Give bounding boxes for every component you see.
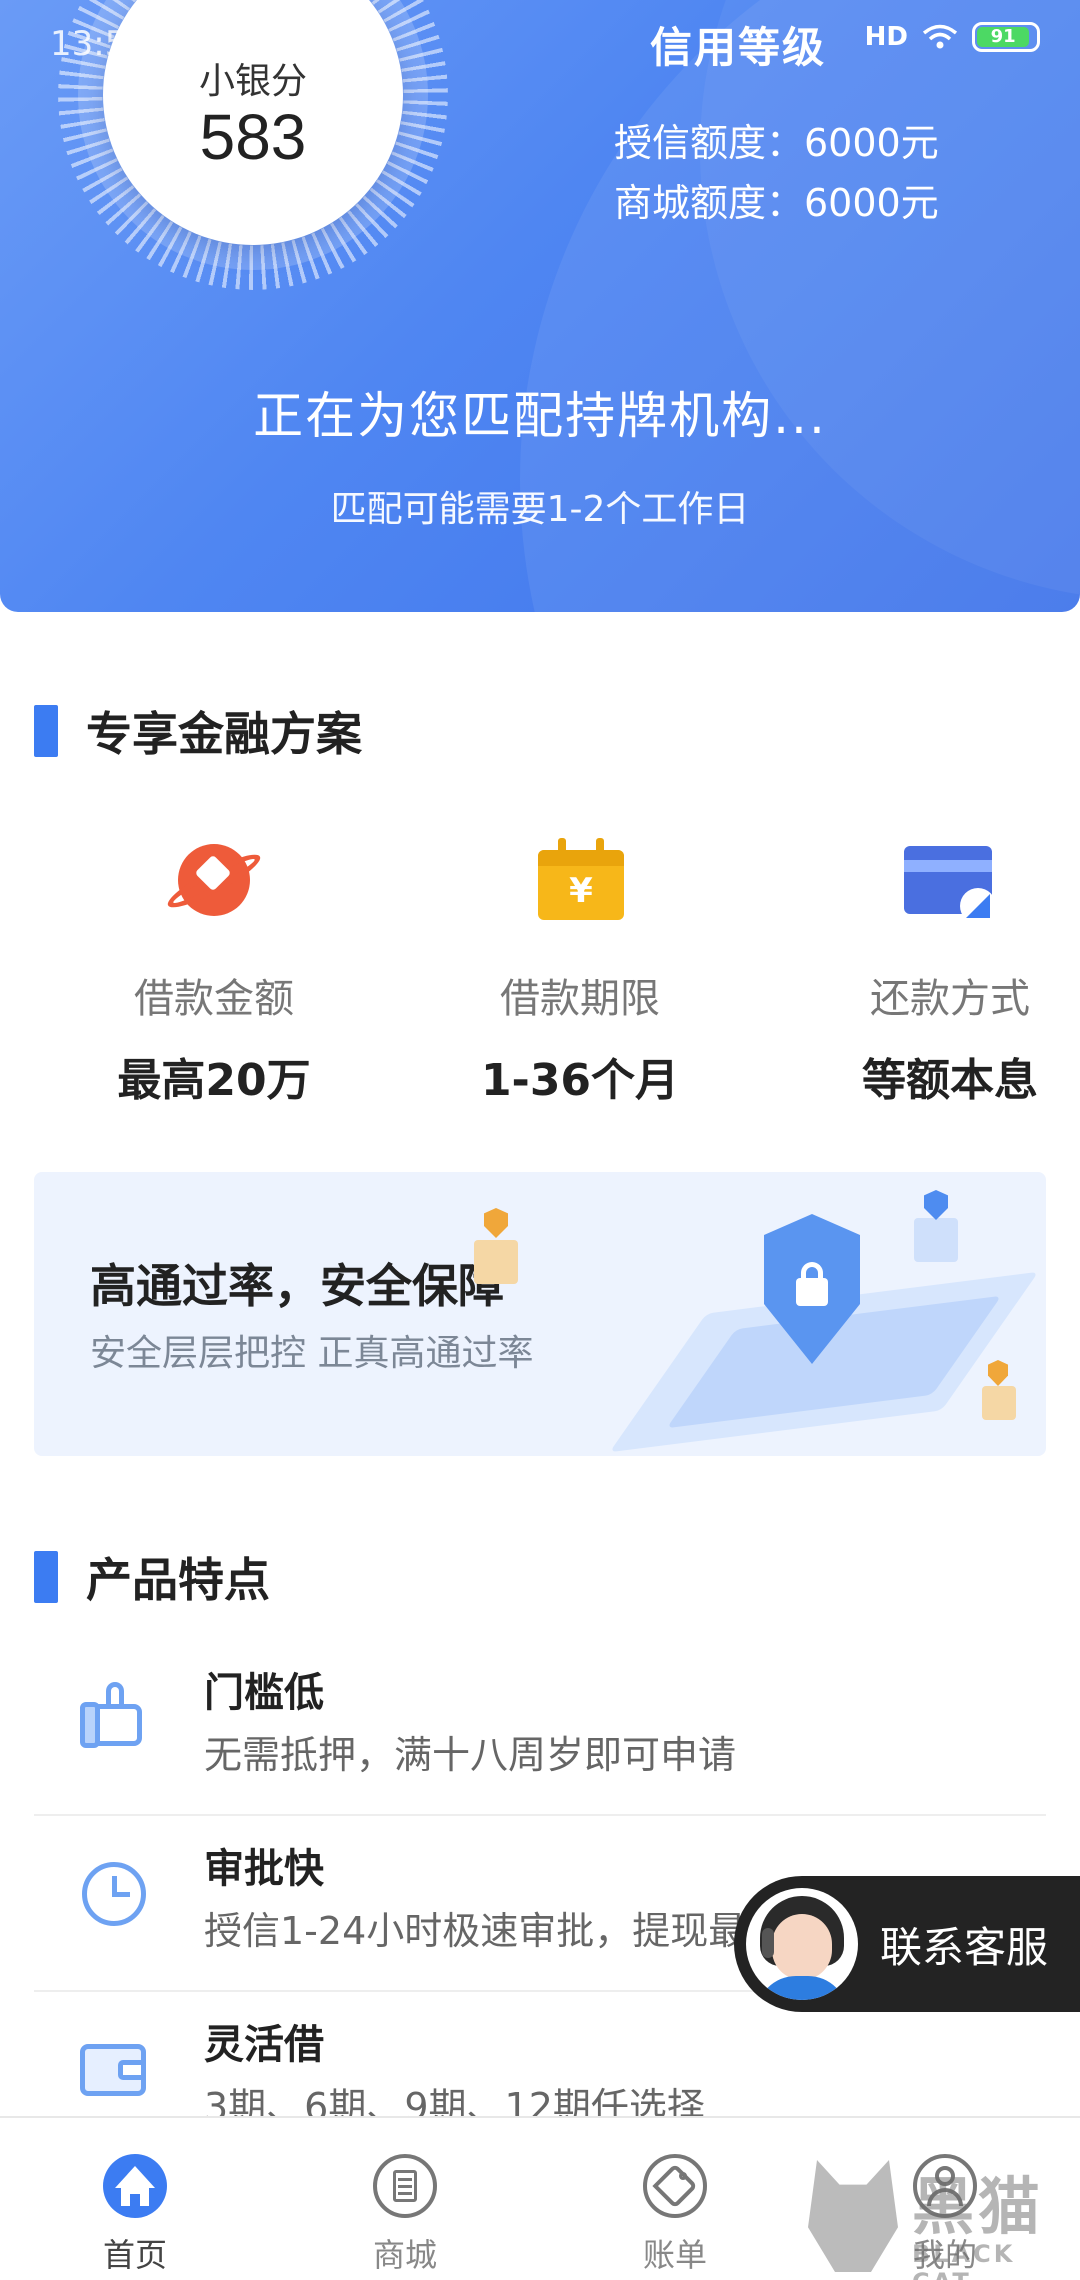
clock-icon xyxy=(78,1858,150,1930)
thumbs-up-icon xyxy=(78,1682,150,1754)
wallet-icon xyxy=(78,2034,150,2106)
hero-banner: 13:5 小银分 583 信用等级 HD 91 授信额度：6000元 商城额度：… xyxy=(0,0,1080,612)
score-label: 小银分 xyxy=(198,61,307,102)
wifi-icon xyxy=(922,24,958,49)
feature-item-low-threshold: 门槛低 无需抵押，满十八周岁即可申请 xyxy=(34,1640,1046,1816)
mall-quota: 商城额度：6000元 xyxy=(614,181,939,225)
score-value: 583 xyxy=(199,101,307,173)
security-banner[interactable]: 高通过率，安全保障 安全层层把控 正真高通过率 xyxy=(34,1172,1046,1456)
watermark: 黑猫 BLACK CAT xyxy=(808,2156,1080,2280)
nav-label: 商城 xyxy=(372,2236,437,2274)
matching-status-title: 正在为您匹配持牌机构... xyxy=(253,387,827,445)
status-icons: HD 91 xyxy=(865,22,1040,52)
badge-illustration xyxy=(484,1208,508,1238)
card-icon xyxy=(900,830,1000,930)
service-agent-avatar xyxy=(746,1888,858,2000)
plan-label: 还款方式 xyxy=(870,976,1030,1022)
plan-value: 1-36个月 xyxy=(480,1055,680,1106)
battery-level: 91 xyxy=(977,27,1030,47)
feature-title: 审批快 xyxy=(204,1846,324,1892)
battery-icon: 91 xyxy=(972,22,1040,52)
plans-section-header: 专享金融方案 xyxy=(34,698,362,764)
plan-item-repayment-method[interactable]: 还款方式 等额本息 xyxy=(770,830,1080,1108)
plan-value: 等额本息 xyxy=(862,1055,1038,1106)
features-section-header: 产品特点 xyxy=(34,1544,270,1610)
plan-label: 借款金额 xyxy=(134,976,294,1022)
badge-illustration xyxy=(924,1190,948,1220)
section-accent-bar xyxy=(34,705,58,757)
contact-service-button[interactable]: 联系客服 xyxy=(734,1876,1080,2012)
black-cat-logo-icon xyxy=(808,2160,898,2272)
feature-desc: 无需抵押，满十八周岁即可申请 xyxy=(204,1733,737,1777)
box-illustration xyxy=(982,1386,1016,1420)
matching-status-subtitle: 匹配可能需要1-2个工作日 xyxy=(330,489,750,530)
nav-tab-mall[interactable]: 商城 xyxy=(270,2118,540,2280)
features-section-title: 产品特点 xyxy=(86,1553,270,1607)
signal-icon: HD xyxy=(864,22,908,52)
nav-tab-home[interactable]: 首页 xyxy=(0,2118,270,2280)
tag-icon xyxy=(643,2154,707,2218)
feature-title: 门槛低 xyxy=(204,1670,324,1716)
banner-title: 高通过率，安全保障 xyxy=(90,1259,504,1313)
home-icon xyxy=(103,2154,167,2218)
lock-icon xyxy=(796,1278,828,1306)
nav-label: 账单 xyxy=(642,2236,707,2274)
feature-desc: 授信1-24小时极速审批，提现最 xyxy=(204,1909,747,1953)
planet-icon xyxy=(162,830,266,930)
badge-illustration xyxy=(988,1360,1008,1386)
document-icon xyxy=(373,2154,437,2218)
plans-section-title: 专享金融方案 xyxy=(86,707,362,761)
credit-quota: 授信额度：6000元 xyxy=(614,121,939,165)
box-illustration xyxy=(914,1218,958,1262)
nav-tab-bills[interactable]: 账单 xyxy=(540,2118,810,2280)
plan-label: 借款期限 xyxy=(500,976,660,1022)
plan-item-loan-term[interactable]: ¥ 借款期限 1-36个月 xyxy=(400,830,760,1108)
feature-title: 灵活借 xyxy=(204,2022,324,2068)
contact-service-label: 联系客服 xyxy=(880,1923,1049,1972)
plan-item-loan-amount[interactable]: 借款金额 最高20万 xyxy=(34,830,394,1108)
credit-level-link[interactable]: 信用等级 xyxy=(650,14,826,75)
nav-label: 首页 xyxy=(102,2236,167,2274)
box-illustration xyxy=(474,1240,518,1284)
calendar-yen-icon: ¥ xyxy=(530,830,630,930)
watermark-text-en: BLACK CAT xyxy=(912,2240,1016,2280)
plan-value: 最高20万 xyxy=(117,1055,311,1106)
section-accent-bar xyxy=(34,1551,58,1603)
watermark-text: 黑猫 xyxy=(912,2170,1045,2243)
banner-subtitle: 安全层层把控 正真高通过率 xyxy=(90,1333,534,1374)
